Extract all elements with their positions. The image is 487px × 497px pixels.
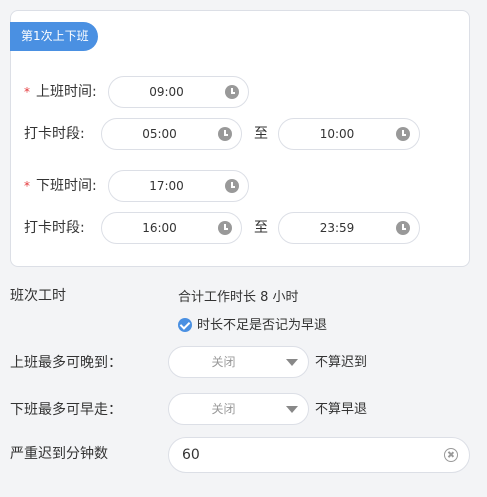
on-range-start-picker[interactable]: 05:00 [101, 118, 242, 150]
clock-icon [396, 127, 410, 141]
early-allow-value: 关闭 [211, 402, 236, 416]
clock-icon [218, 221, 232, 235]
serious-late-label: 严重迟到分钟数 [10, 446, 108, 462]
late-allow-suffix: 不算迟到 [315, 355, 368, 370]
early-allow-select[interactable]: 关闭 [168, 393, 309, 425]
on-range-label: 打卡时段: [24, 126, 85, 142]
late-allow-value: 关闭 [211, 355, 236, 369]
range-separator: 至 [254, 126, 268, 142]
clock-icon [396, 221, 410, 235]
check-circle-icon[interactable] [178, 318, 192, 332]
on-time-picker[interactable]: 09:00 [108, 76, 249, 108]
early-leave-checkbox-label[interactable]: 时长不足是否记为早退 [197, 316, 327, 336]
required-mark: * [24, 85, 30, 99]
range-separator: 至 [254, 220, 268, 236]
off-time-label: * 下班时间: [24, 178, 97, 194]
off-range-start-picker[interactable]: 16:00 [101, 212, 242, 244]
required-mark: * [24, 179, 30, 193]
off-range-label: 打卡时段: [24, 220, 85, 236]
clock-icon [225, 85, 239, 99]
chevron-down-icon [286, 406, 298, 413]
serious-late-value: 60 [182, 447, 200, 463]
on-range-end-value: 10:00 [319, 127, 355, 141]
total-hours-text: 合计工作时长 8 小时 [178, 290, 299, 305]
off-time-value: 17:00 [149, 179, 184, 193]
early-allow-suffix: 不算早退 [315, 402, 368, 417]
late-allow-label: 上班最多可晚到： [10, 355, 122, 371]
serious-late-input[interactable]: 60 [168, 437, 470, 473]
chevron-down-icon [286, 359, 298, 366]
on-time-value: 09:00 [149, 85, 184, 99]
off-range-start-value: 16:00 [142, 221, 177, 235]
late-allow-select[interactable]: 关闭 [168, 346, 309, 378]
shift-tag: 第1次上下班 [10, 22, 98, 51]
off-range-end-value: 23:59 [319, 221, 355, 235]
on-range-end-picker[interactable]: 10:00 [278, 118, 420, 150]
clock-icon [225, 179, 239, 193]
early-allow-label: 下班最多可早走： [10, 402, 122, 418]
on-range-start-value: 05:00 [142, 127, 177, 141]
clear-icon[interactable] [444, 448, 458, 462]
clock-icon [218, 127, 232, 141]
off-time-picker[interactable]: 17:00 [108, 170, 249, 202]
off-range-end-picker[interactable]: 23:59 [278, 212, 420, 244]
shift-hours-label: 班次工时 [10, 288, 66, 304]
on-time-label: * 上班时间: [24, 84, 97, 100]
